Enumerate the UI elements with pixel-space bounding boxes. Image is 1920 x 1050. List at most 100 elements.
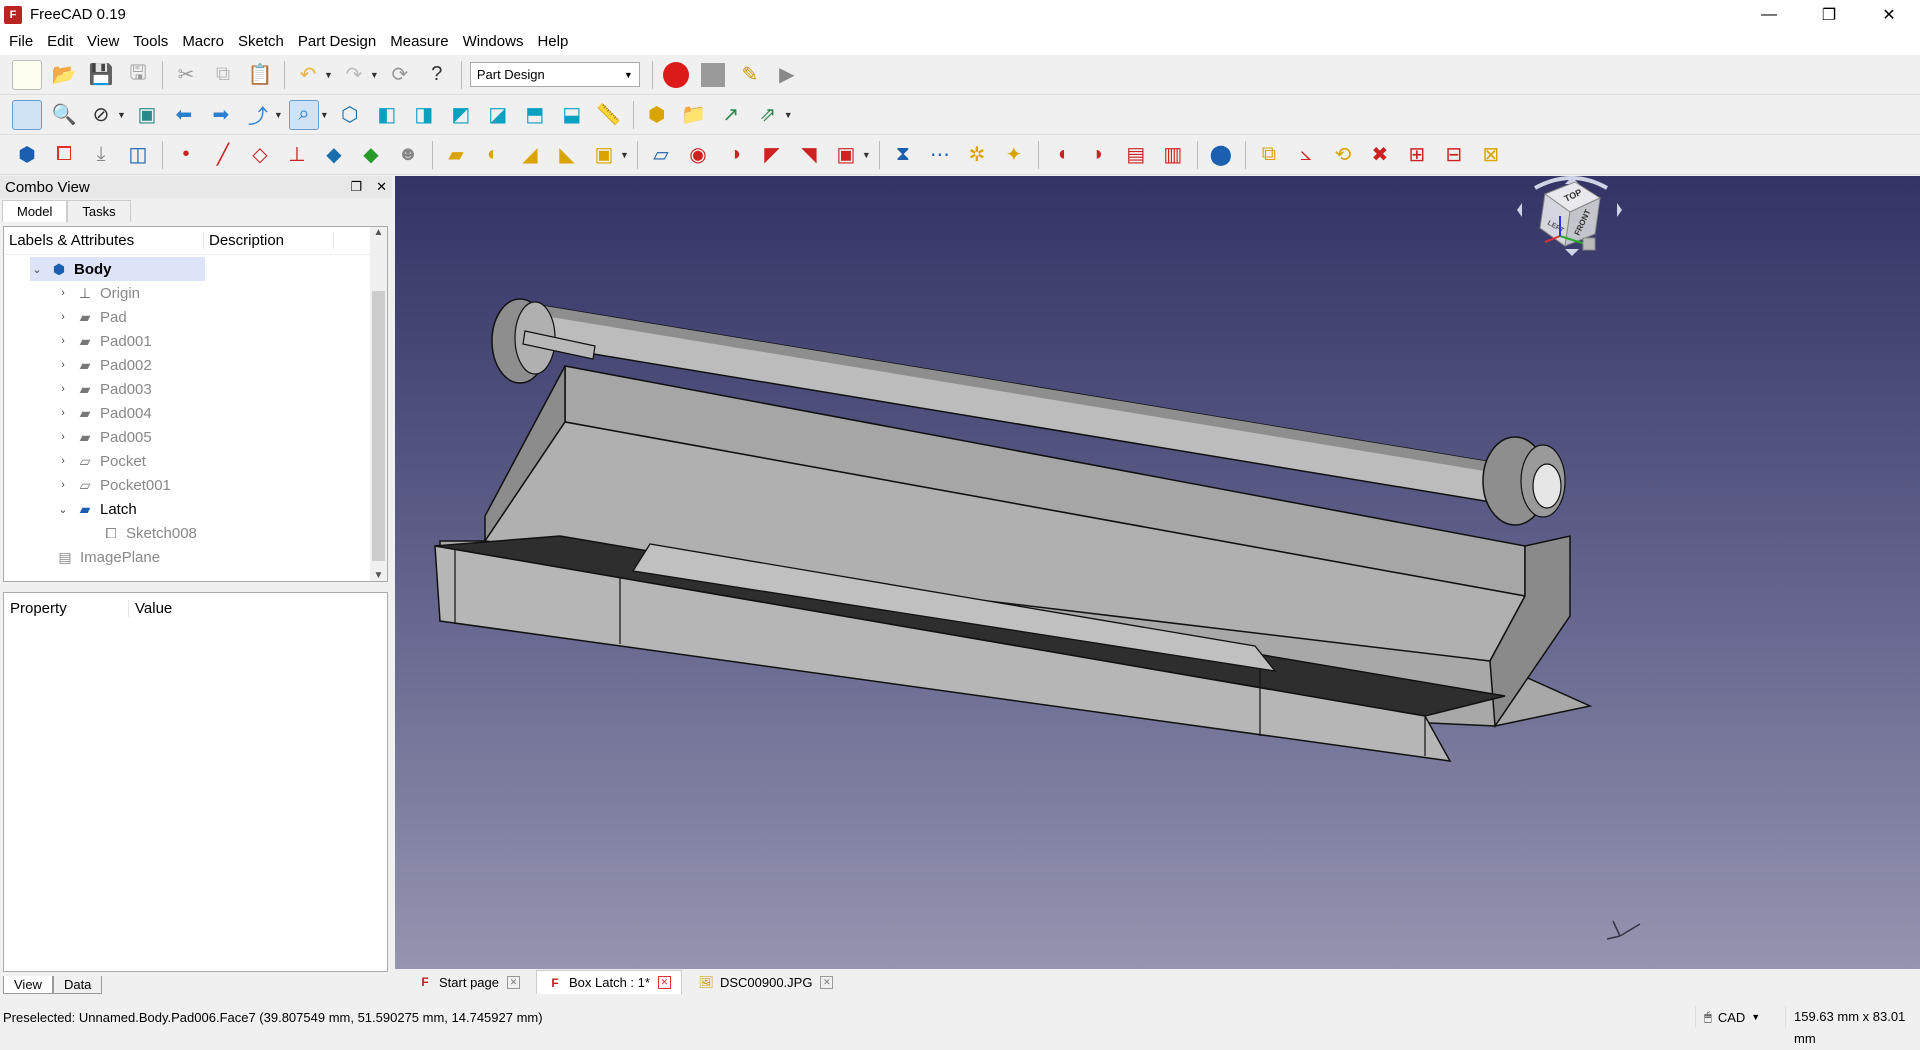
float-panel-icon[interactable]: ❐ (350, 179, 362, 195)
maximize-button[interactable]: ❐ (1806, 0, 1852, 29)
tree-item-pocket001[interactable]: › ▱ Pocket001 (56, 473, 171, 497)
measure-clear-icon[interactable]: ✖ (1365, 140, 1395, 170)
save-icon[interactable]: 💾 (86, 60, 116, 90)
draw-style-icon[interactable]: ⊘ (86, 100, 116, 130)
link-actions-icon[interactable]: ⇗ (753, 100, 783, 130)
measure-toggle-all-icon[interactable]: ⊞ (1402, 140, 1432, 170)
tree-scrollbar[interactable]: ▲ ▼ (370, 227, 387, 581)
create-body-icon[interactable]: ⬢ (12, 140, 42, 170)
orbit-right-icon[interactable] (1617, 203, 1622, 217)
measure-distance-icon[interactable]: 📏 (594, 100, 624, 130)
measure-refresh-icon[interactable]: ⟲ (1328, 140, 1358, 170)
menu-view[interactable]: View (80, 29, 126, 55)
tree-item-pad[interactable]: › ▰ Pad (56, 305, 127, 329)
fit-selection-icon[interactable]: 🔍 (49, 100, 79, 130)
link-actions-dropdown-icon[interactable]: ▼ (784, 110, 793, 120)
macro-record-icon[interactable] (661, 60, 691, 90)
scrollbar-thumb[interactable] (372, 291, 385, 561)
menu-file[interactable]: File (2, 29, 40, 55)
back-arrow-icon[interactable]: ⬅ (169, 100, 199, 130)
column-property[interactable]: Property (4, 599, 129, 617)
linear-pattern-icon[interactable]: ⋯ (925, 140, 955, 170)
open-folder-icon[interactable]: 📂 (49, 60, 79, 90)
subtractive-primitive-dropdown-icon[interactable]: ▼ (862, 150, 871, 160)
3d-model-view[interactable]: TOP FRONT LEFT (395, 176, 1920, 969)
column-value[interactable]: Value (129, 600, 172, 617)
additive-pipe-icon[interactable]: ◣ (552, 140, 582, 170)
chevron-right-icon[interactable]: › (56, 359, 70, 371)
create-link-icon[interactable]: ↗ (716, 100, 746, 130)
close-tab-icon[interactable]: ✕ (657, 976, 671, 989)
additive-loft-icon[interactable]: ◢ (515, 140, 545, 170)
minimize-button[interactable]: — (1746, 0, 1792, 29)
undo-dropdown-icon[interactable]: ▼ (324, 70, 333, 80)
tree-item-pad004[interactable]: › ▰ Pad004 (56, 401, 152, 425)
multi-transform-icon[interactable]: ✦ (999, 140, 1029, 170)
fit-all-icon[interactable] (12, 99, 42, 130)
navigation-cube[interactable]: TOP FRONT LEFT (1517, 176, 1622, 256)
tree-item-sketch008[interactable]: ⧠ Sketch008 (102, 521, 197, 545)
pocket-icon[interactable]: ▱ (646, 140, 676, 170)
navigation-style-selector[interactable]: 🖱 CAD ▼ (1695, 1006, 1785, 1028)
tab-dsc00900[interactable]: 🖼 DSC00900.JPG ✕ (688, 970, 844, 994)
tab-data[interactable]: Data (52, 976, 103, 994)
bottom-view-icon[interactable]: ⬒ (520, 100, 550, 130)
tree-item-latch[interactable]: ⌄ ▰ Latch (56, 497, 136, 521)
subshape-binder-icon[interactable]: ◆ (356, 140, 386, 170)
create-sketch-icon[interactable]: ⧠ (49, 140, 79, 170)
front-view-icon[interactable]: ◧ (372, 100, 402, 130)
chevron-down-icon[interactable]: ⌄ (56, 503, 70, 516)
chamfer-icon[interactable]: ◗ (1084, 140, 1114, 170)
orbit-left-icon[interactable] (1517, 203, 1522, 217)
create-part-icon[interactable]: ⬢ (642, 100, 672, 130)
sync-view-dropdown-icon[interactable]: ▼ (274, 110, 283, 120)
refresh-icon[interactable]: ⟳ (385, 60, 415, 90)
column-labels-attributes[interactable]: Labels & Attributes (4, 232, 204, 249)
close-panel-icon[interactable]: ✕ (376, 179, 387, 195)
groove-icon[interactable]: ◑ (720, 140, 750, 170)
3d-viewport[interactable]: TOP FRONT LEFT (395, 176, 1920, 969)
paste-icon[interactable]: 📋 (245, 60, 275, 90)
tree-item-pad005[interactable]: › ▰ Pad005 (56, 425, 152, 449)
hole-icon[interactable]: ◉ (683, 140, 713, 170)
tree-item-pad003[interactable]: › ▰ Pad003 (56, 377, 152, 401)
tree-item-pocket[interactable]: › ▱ Pocket (56, 449, 146, 473)
additive-primitive-dropdown-icon[interactable]: ▼ (620, 150, 629, 160)
left-view-icon[interactable]: ⬓ (557, 100, 587, 130)
scroll-down-icon[interactable]: ▼ (370, 570, 387, 581)
menu-measure[interactable]: Measure (383, 29, 455, 55)
workbench-selector[interactable]: Part Design ▼ (469, 62, 640, 87)
menu-windows[interactable]: Windows (456, 29, 531, 55)
chevron-down-icon[interactable]: ⌄ (30, 263, 44, 276)
additive-primitive-icon[interactable]: ▣ (589, 140, 619, 170)
forward-arrow-icon[interactable]: ➡ (206, 100, 236, 130)
tree-item-pad002[interactable]: › ▰ Pad002 (56, 353, 152, 377)
measure-linear-icon[interactable]: ⧉ (1254, 140, 1284, 170)
datum-line-icon[interactable]: ╱ (208, 140, 238, 170)
tab-view[interactable]: View (3, 976, 53, 994)
navcube-menu-icon[interactable] (1582, 237, 1596, 251)
copy-icon[interactable]: ⧉ (208, 60, 238, 90)
macro-run-icon[interactable]: ▶ (772, 60, 802, 90)
create-group-icon[interactable]: 📁 (679, 100, 709, 130)
chevron-right-icon[interactable]: › (56, 311, 70, 323)
undo-icon[interactable]: ↶ (293, 60, 323, 90)
whats-this-icon[interactable]: ? (422, 60, 452, 90)
close-button[interactable]: ✕ (1866, 0, 1912, 29)
boolean-icon[interactable]: ⬤ (1206, 140, 1236, 170)
isometric-view-icon[interactable]: ⬡ (335, 100, 365, 130)
save-as-icon[interactable]: 🖫 (123, 60, 153, 90)
menu-macro[interactable]: Macro (175, 29, 231, 55)
validate-sketch-icon[interactable]: ⤓ (86, 140, 116, 170)
chevron-right-icon[interactable]: › (56, 455, 70, 467)
fillet-icon[interactable]: ◖ (1047, 140, 1077, 170)
subtractive-primitive-icon[interactable]: ▣ (831, 140, 861, 170)
pad-icon[interactable]: ▰ (441, 140, 471, 170)
subtractive-pipe-icon[interactable]: ◥ (794, 140, 824, 170)
menu-tools[interactable]: Tools (126, 29, 175, 55)
redo-icon[interactable]: ↷ (339, 60, 369, 90)
datum-plane-icon[interactable]: ◇ (245, 140, 275, 170)
chevron-right-icon[interactable]: › (56, 383, 70, 395)
bounding-box-icon[interactable]: ▣ (132, 100, 162, 130)
chevron-right-icon[interactable]: › (56, 335, 70, 347)
